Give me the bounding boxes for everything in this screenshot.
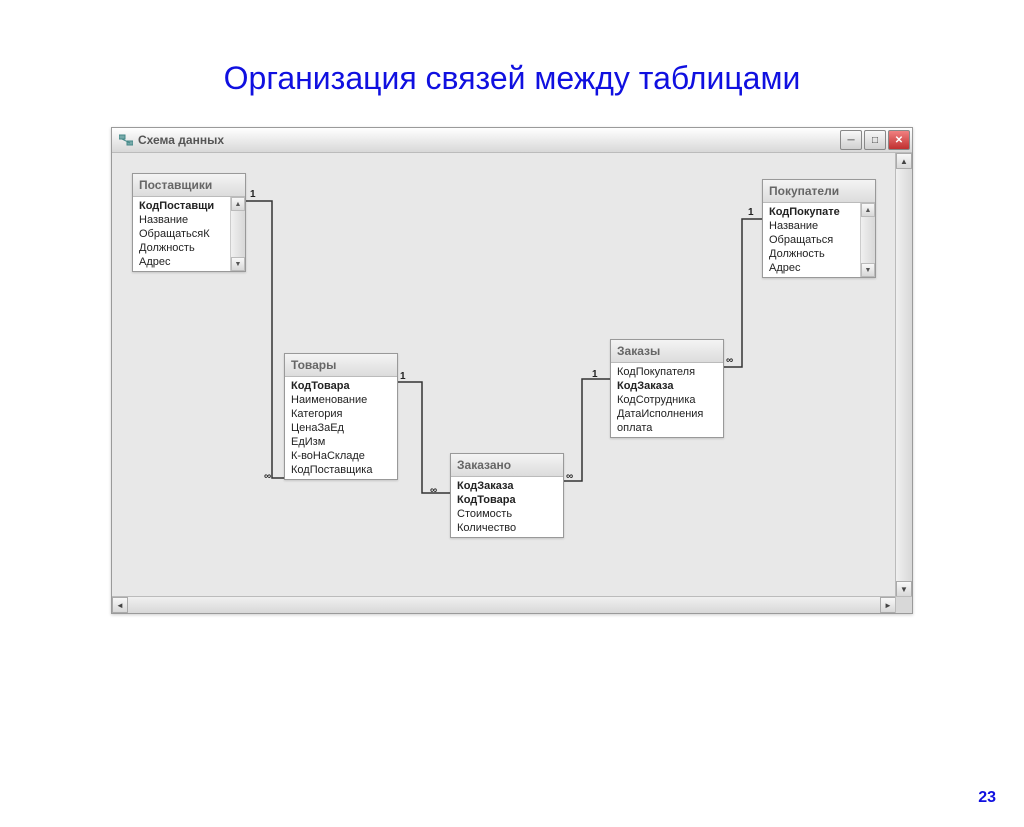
field[interactable]: КодЗаказа <box>451 479 563 493</box>
scroll-down-icon[interactable]: ▼ <box>861 263 875 277</box>
field[interactable]: Адрес <box>133 255 231 269</box>
field[interactable]: Наименование <box>285 393 397 407</box>
field[interactable]: КодСотрудника <box>611 393 723 407</box>
field[interactable]: Обращаться <box>763 233 861 247</box>
scroll-down-icon[interactable]: ▼ <box>231 257 245 271</box>
field[interactable]: ДатаИсполнения <box>611 407 723 421</box>
rel-many-label: ∞ <box>264 471 271 482</box>
table-header[interactable]: Покупатели <box>763 180 875 203</box>
field[interactable]: Название <box>763 219 861 233</box>
scroll-up-icon[interactable]: ▲ <box>231 197 245 211</box>
field[interactable]: КодЗаказа <box>611 379 723 393</box>
field[interactable]: Должность <box>763 247 861 261</box>
field[interactable]: КодПокупателя <box>611 365 723 379</box>
field[interactable]: ОбращатьсяК <box>133 227 231 241</box>
window-titlebar[interactable]: Схема данных ─ □ ✕ <box>112 128 912 153</box>
scroll-corner <box>895 596 912 613</box>
field[interactable]: КодТовара <box>451 493 563 507</box>
field[interactable]: КодПоставщи <box>133 199 231 213</box>
close-button[interactable]: ✕ <box>888 130 910 150</box>
rel-many-label: ∞ <box>430 485 437 496</box>
table-header[interactable]: Заказано <box>451 454 563 477</box>
field[interactable]: Название <box>133 213 231 227</box>
field[interactable]: оплата <box>611 421 723 435</box>
table-header[interactable]: Заказы <box>611 340 723 363</box>
field[interactable]: КодПокупате <box>763 205 861 219</box>
window-title: Схема данных <box>138 133 840 147</box>
rel-many-label: ∞ <box>566 471 573 482</box>
minimize-button[interactable]: ─ <box>840 130 862 150</box>
scroll-down-icon[interactable]: ▼ <box>896 581 912 597</box>
table-header[interactable]: Товары <box>285 354 397 377</box>
table-suppliers[interactable]: Поставщики КодПоставщи Название Обращать… <box>132 173 246 272</box>
slide-title: Организация связей между таблицами <box>0 60 1024 97</box>
field[interactable]: КодТовара <box>285 379 397 393</box>
maximize-button[interactable]: □ <box>864 130 886 150</box>
relationships-canvas[interactable]: 1 ∞ 1 ∞ ∞ 1 ∞ 1 Поставщики КодПоставщи Н… <box>112 153 896 597</box>
rel-one-label: 1 <box>400 371 406 382</box>
table-scrollbar[interactable]: ▲ ▼ <box>230 197 245 271</box>
table-header[interactable]: Поставщики <box>133 174 245 197</box>
field[interactable]: ЦенаЗаЕд <box>285 421 397 435</box>
field[interactable]: КодПоставщика <box>285 463 397 477</box>
table-ordered[interactable]: Заказано КодЗаказа КодТовара Стоимость К… <box>450 453 564 538</box>
field[interactable]: Количество <box>451 521 563 535</box>
rel-one-label: 1 <box>748 207 754 218</box>
table-buyers[interactable]: Покупатели КодПокупате Название Обращать… <box>762 179 876 278</box>
table-orders[interactable]: Заказы КодПокупателя КодЗаказа КодСотруд… <box>610 339 724 438</box>
field[interactable]: Стоимость <box>451 507 563 521</box>
vertical-scrollbar[interactable]: ▲ ▼ <box>895 153 912 597</box>
app-icon <box>118 132 134 148</box>
scroll-left-icon[interactable]: ◄ <box>112 597 128 613</box>
page-number: 23 <box>978 789 996 807</box>
table-goods[interactable]: Товары КодТовара Наименование Категория … <box>284 353 398 480</box>
rel-one-label: 1 <box>592 369 598 380</box>
scroll-up-icon[interactable]: ▲ <box>861 203 875 217</box>
rel-many-label: ∞ <box>726 355 733 366</box>
field[interactable]: Должность <box>133 241 231 255</box>
scroll-right-icon[interactable]: ► <box>880 597 896 613</box>
schema-window: Схема данных ─ □ ✕ 1 ∞ 1 ∞ ∞ <box>111 127 913 614</box>
field[interactable]: Категория <box>285 407 397 421</box>
table-scrollbar[interactable]: ▲ ▼ <box>860 203 875 277</box>
horizontal-scrollbar[interactable]: ◄ ► <box>112 596 896 613</box>
field[interactable]: ЕдИзм <box>285 435 397 449</box>
field[interactable]: К-воНаСкладе <box>285 449 397 463</box>
scroll-up-icon[interactable]: ▲ <box>896 153 912 169</box>
rel-one-label: 1 <box>250 189 256 200</box>
field[interactable]: Адрес <box>763 261 861 275</box>
